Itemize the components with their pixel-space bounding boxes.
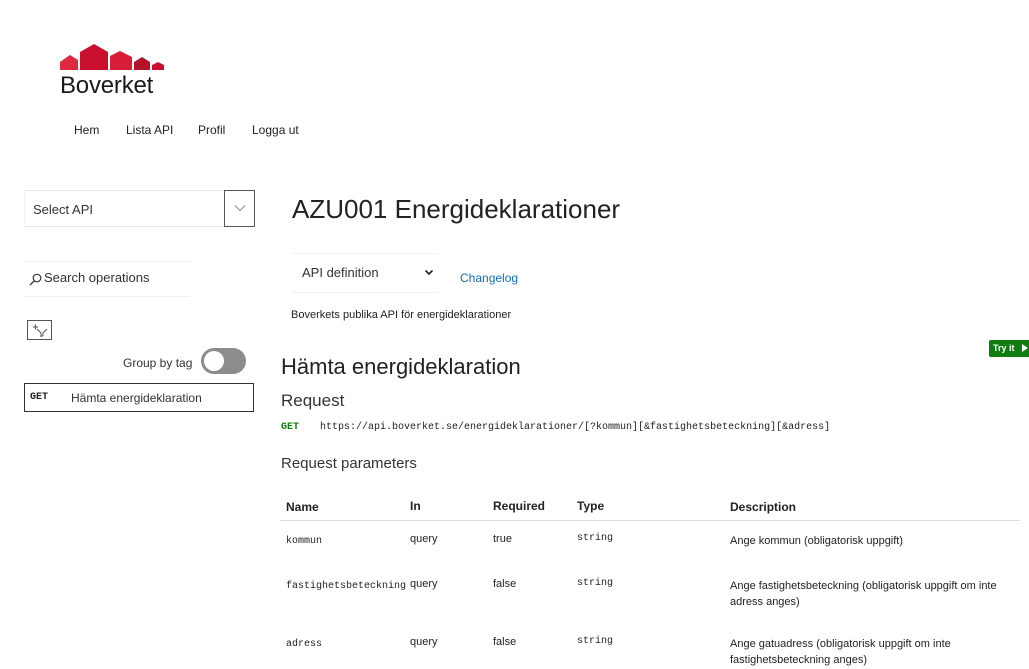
column-header-description: Description	[730, 500, 797, 514]
nav-item-profil[interactable]: Profil	[198, 123, 225, 137]
table-header: Name In Required Type Description	[280, 490, 1020, 521]
request-parameters-table: Name In Required Type Description kommun…	[280, 490, 1020, 669]
param-name: kommun	[286, 536, 323, 547]
chevron-down-icon	[234, 205, 246, 212]
column-header-type: Type	[577, 499, 605, 513]
request-heading: Request	[281, 391, 345, 410]
api-description: Boverkets publika API för energideklarat…	[291, 309, 512, 321]
param-type: string	[577, 533, 614, 544]
param-in: query	[410, 578, 438, 590]
nav-item-logga-ut[interactable]: Logga ut	[252, 123, 299, 137]
api-definition-dropdown[interactable]: API definition	[292, 253, 438, 293]
changelog-link[interactable]: Changelog	[460, 271, 518, 285]
select-api-dropdown[interactable]: Select API	[24, 190, 255, 227]
select-api-toggle[interactable]	[224, 190, 255, 227]
param-required: false	[493, 636, 517, 648]
try-it-button[interactable]: Try it	[989, 340, 1029, 357]
api-title: AZU001 Energideklarationer	[292, 194, 621, 224]
column-header-in: In	[410, 499, 421, 513]
brand-name: Boverket	[60, 72, 154, 99]
search-operations[interactable]	[24, 261, 190, 297]
column-header-name: Name	[286, 500, 319, 514]
chevron-down-icon	[424, 269, 434, 276]
boverket-logo-mark-icon	[60, 44, 164, 70]
param-required: false	[493, 578, 517, 590]
group-by-tag-toggle[interactable]	[201, 348, 246, 374]
operation-list-item[interactable]: GET Hämta energideklaration	[24, 383, 254, 412]
nav-item-hem[interactable]: Hem	[74, 123, 99, 137]
param-type: string	[577, 578, 614, 589]
nav-item-lista-api[interactable]: Lista API	[126, 123, 173, 137]
filter-tags-button[interactable]	[27, 320, 52, 340]
param-in: query	[410, 636, 438, 648]
param-description: Ange gatuadress (obligatorisk uppgift om…	[730, 638, 951, 666]
group-by-tag-label: Group by tag	[123, 356, 193, 370]
search-icon	[29, 273, 42, 286]
request-parameters-heading: Request parameters	[281, 455, 417, 472]
column-header-required: Required	[493, 499, 546, 513]
param-name: fastighetsbeteckning	[286, 581, 407, 592]
table-row: fastighetsbeteckning query false string …	[280, 566, 1020, 624]
operation-method-badge: GET	[30, 392, 49, 403]
table-row: adress query false string Ange gatuadres…	[280, 624, 1020, 669]
param-name: adress	[286, 639, 323, 650]
param-required: true	[493, 533, 512, 545]
param-description: Ange kommun (obligatorisk uppgift)	[730, 535, 904, 547]
operation-title: Hämta energideklaration	[281, 354, 521, 379]
operation-name: Hämta energideklaration	[71, 391, 202, 405]
param-type: string	[577, 636, 614, 647]
request-method: GET	[281, 422, 300, 433]
api-definition-label: API definition	[302, 265, 379, 280]
param-description: Ange fastighetsbeteckning (obligatorisk …	[730, 580, 997, 608]
filter-icon	[33, 324, 48, 337]
select-api-label: Select API	[33, 202, 93, 217]
toggle-knob	[204, 351, 224, 371]
try-it-label: Try it	[993, 343, 1015, 353]
request-url: https://api.boverket.se/energideklaratio…	[320, 422, 831, 433]
search-input[interactable]	[44, 270, 184, 285]
play-arrow-icon	[1022, 344, 1028, 352]
table-row: kommun query true string Ange kommun (ob…	[280, 521, 1020, 566]
boverket-logo[interactable]: Boverket	[60, 40, 190, 100]
param-in: query	[410, 533, 438, 545]
